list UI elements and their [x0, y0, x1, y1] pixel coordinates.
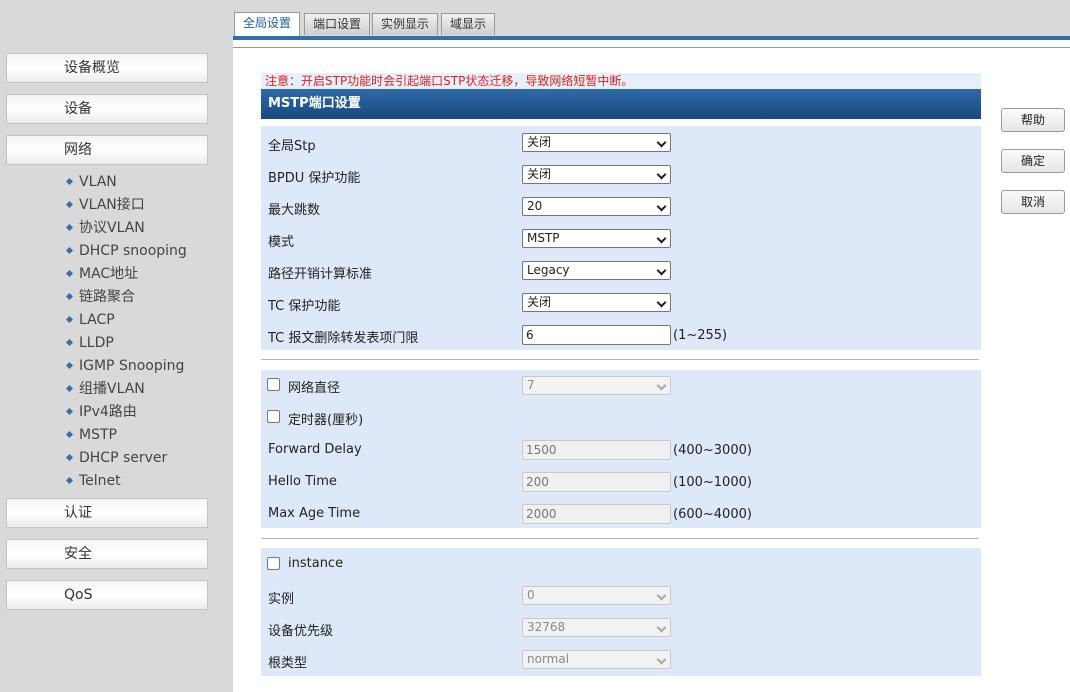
network-diameter-select[interactable]: 7 [522, 376, 671, 395]
global-stp-label: 全局Stp [268, 139, 316, 154]
submenu-mstp[interactable]: MSTP [65, 424, 187, 447]
divider [261, 359, 979, 360]
tab-bar: 全局设置 端口设置 实例显示 域显示 [233, 0, 1070, 36]
tab-global-settings[interactable]: 全局设置 [234, 12, 301, 36]
menu-security[interactable]: 安全 [6, 539, 208, 569]
submenu-vlan[interactable]: VLAN [65, 171, 187, 194]
sidebar: 设备概览 设备 网络 VLAN VLAN接口 协议VLAN DHCP snoop… [0, 0, 233, 692]
priority-label: 设备优先级 [268, 624, 334, 639]
max-age-range: (600~4000) [673, 507, 752, 522]
bpdu-protect-select[interactable]: 关闭 [522, 165, 671, 184]
timer-label: 定时器(厘秒) [288, 413, 364, 428]
max-hops-label: 最大跳数 [268, 203, 321, 218]
instance-id-select[interactable]: 0 [522, 586, 671, 605]
help-button[interactable]: 帮助 [1001, 108, 1065, 132]
bullet-icon [65, 177, 74, 186]
submenu-mac-address[interactable]: MAC地址 [65, 263, 187, 286]
tab-instance-display[interactable]: 实例显示 [372, 13, 439, 35]
submenu-ipv4-routing[interactable]: IPv4路由 [65, 401, 187, 424]
chevron-down-icon [656, 169, 667, 180]
bullet-icon [65, 246, 74, 255]
submenu-vlan-interface[interactable]: VLAN接口 [65, 194, 187, 217]
submenu-multicast-vlan[interactable]: 组播VLAN [65, 378, 187, 401]
forward-delay-range: (400~3000) [673, 443, 752, 458]
hello-time-range: (100~1000) [673, 475, 752, 490]
hello-time-label: Hello Time [268, 474, 337, 489]
submenu-dhcp-snooping[interactable]: DHCP snooping [65, 240, 187, 263]
mode-label: 模式 [268, 235, 295, 250]
instance-label: instance [288, 556, 344, 571]
path-cost-select[interactable]: Legacy [522, 261, 671, 280]
tab-underline [233, 36, 1070, 40]
network-diameter-checkbox[interactable] [267, 378, 280, 391]
global-stp-select[interactable]: 关闭 [522, 133, 671, 152]
bullet-icon [65, 430, 74, 439]
menu-qos[interactable]: QoS [6, 580, 208, 610]
divider [261, 538, 979, 539]
tab-region-display[interactable]: 域显示 [441, 13, 496, 35]
menu-authentication[interactable]: 认证 [6, 498, 208, 528]
instance-checkbox[interactable] [267, 557, 280, 570]
submenu-dhcp-server[interactable]: DHCP server [65, 447, 187, 470]
path-cost-label: 路径开销计算标准 [268, 267, 373, 282]
section-title: MSTP端口设置 [261, 89, 981, 119]
menu-device[interactable]: 设备 [6, 94, 208, 124]
hello-time-input[interactable]: 200 [522, 472, 671, 492]
instance-id-label: 实例 [268, 592, 295, 607]
chevron-down-icon [656, 297, 667, 308]
mode-select[interactable]: MSTP [522, 229, 671, 248]
bullet-icon [65, 269, 74, 278]
bullet-icon [65, 361, 74, 370]
submenu-telnet[interactable]: Telnet [65, 470, 187, 493]
bullet-icon [65, 476, 74, 485]
network-submenu: VLAN VLAN接口 协议VLAN DHCP snooping MAC地址 链… [65, 171, 187, 493]
submenu-lldp[interactable]: LLDP [65, 332, 187, 355]
chevron-down-icon [656, 590, 667, 601]
root-type-label: 根类型 [268, 656, 308, 671]
chevron-down-icon [656, 622, 667, 633]
bullet-icon [65, 200, 74, 209]
network-diameter-label: 网络直径 [288, 381, 341, 396]
bullet-icon [65, 292, 74, 301]
bullet-icon [65, 338, 74, 347]
root-type-select[interactable]: normal [522, 650, 671, 669]
tc-threshold-range: (1~255) [673, 328, 728, 343]
tc-threshold-input[interactable]: 6 [522, 325, 671, 345]
bullet-icon [65, 453, 74, 462]
max-age-label: Max Age Time [268, 506, 361, 521]
bullet-icon [65, 315, 74, 324]
tc-protect-label: TC 保护功能 [268, 299, 341, 314]
chevron-down-icon [656, 380, 667, 391]
chevron-down-icon [656, 233, 667, 244]
menu-network[interactable]: 网络 [6, 135, 208, 165]
tab-port-settings[interactable]: 端口设置 [304, 13, 371, 35]
max-age-input[interactable]: 2000 [522, 504, 671, 524]
submenu-protocol-vlan[interactable]: 协议VLAN [65, 217, 187, 240]
bpdu-protect-label: BPDU 保护功能 [268, 171, 361, 186]
menu-device-overview[interactable]: 设备概览 [6, 53, 208, 83]
chevron-down-icon [656, 654, 667, 665]
chevron-down-icon [656, 137, 667, 148]
timer-checkbox[interactable] [267, 410, 280, 423]
forward-delay-label: Forward Delay [268, 442, 362, 457]
max-hops-select[interactable]: 20 [522, 197, 671, 216]
tc-protect-select[interactable]: 关闭 [522, 293, 671, 312]
submenu-igmp-snooping[interactable]: IGMP Snooping [65, 355, 187, 378]
ok-button[interactable]: 确定 [1001, 149, 1065, 173]
tc-threshold-label: TC 报文删除转发表项门限 [268, 331, 419, 346]
forward-delay-input[interactable]: 1500 [522, 440, 671, 460]
bullet-icon [65, 384, 74, 393]
chevron-down-icon [656, 201, 667, 212]
divider [233, 47, 1070, 48]
submenu-lacp[interactable]: LACP [65, 309, 187, 332]
submenu-link-aggregation[interactable]: 链路聚合 [65, 286, 187, 309]
bullet-icon [65, 223, 74, 232]
warning-notice: 注意：开启STP功能时会引起端口STP状态迁移，导致网络短暂中断。 [261, 73, 981, 89]
priority-select[interactable]: 32768 [522, 618, 671, 637]
bullet-icon [65, 407, 74, 416]
cancel-button[interactable]: 取消 [1001, 190, 1065, 214]
chevron-down-icon [656, 265, 667, 276]
